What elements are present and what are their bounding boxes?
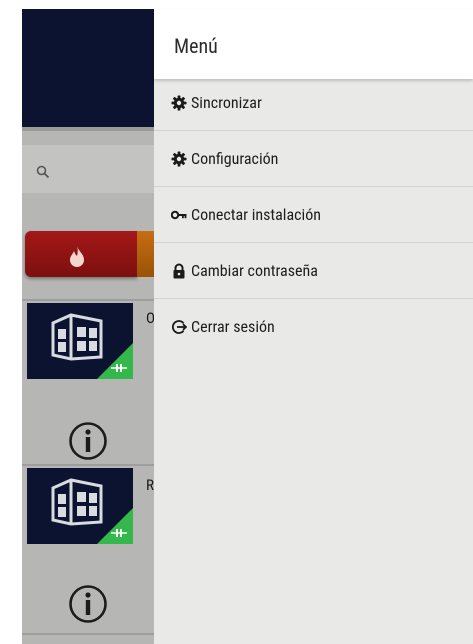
flame-icon (70, 246, 84, 267)
connection-status-badge (97, 508, 133, 544)
menu-item-configuracion[interactable]: Configuración (154, 131, 473, 187)
menu-item-label: Sincronizar (191, 93, 262, 112)
installation-name: R (146, 476, 154, 494)
installation-card[interactable] (27, 303, 133, 379)
row-divider (22, 464, 162, 466)
plug-icon (111, 364, 127, 372)
menu-item-label: Configuración (191, 149, 279, 168)
menu-item-label: Cambiar contraseña (191, 261, 318, 280)
logout-icon (172, 320, 187, 334)
drawer-title: Menú (174, 34, 218, 58)
menu-item-label: Conectar instalación (191, 205, 321, 224)
menu-item-conectar-instalacion[interactable]: Conectar instalación (154, 187, 473, 243)
key-icon (171, 210, 187, 220)
installation-card[interactable] (27, 468, 133, 544)
info-icon[interactable] (68, 421, 108, 461)
row-divider (22, 299, 162, 301)
lock-icon (173, 263, 185, 279)
navigation-drawer: Menú Sincronizar Configuración Conectar … (154, 9, 473, 644)
menu-item-label: Cerrar sesión (191, 317, 275, 336)
row-divider (22, 633, 162, 635)
menu-item-cerrar-sesion[interactable]: Cerrar sesión (154, 299, 473, 355)
search-icon (36, 165, 50, 179)
drawer-header: Menú (154, 9, 473, 79)
connection-status-badge (97, 343, 133, 379)
gear-icon (171, 151, 187, 167)
plug-icon (111, 529, 127, 537)
info-icon[interactable] (68, 584, 108, 624)
menu-item-sincronizar[interactable]: Sincronizar (154, 75, 473, 131)
gear-icon (171, 95, 187, 111)
menu-item-cambiar-contrasena[interactable]: Cambiar contraseña (154, 243, 473, 299)
